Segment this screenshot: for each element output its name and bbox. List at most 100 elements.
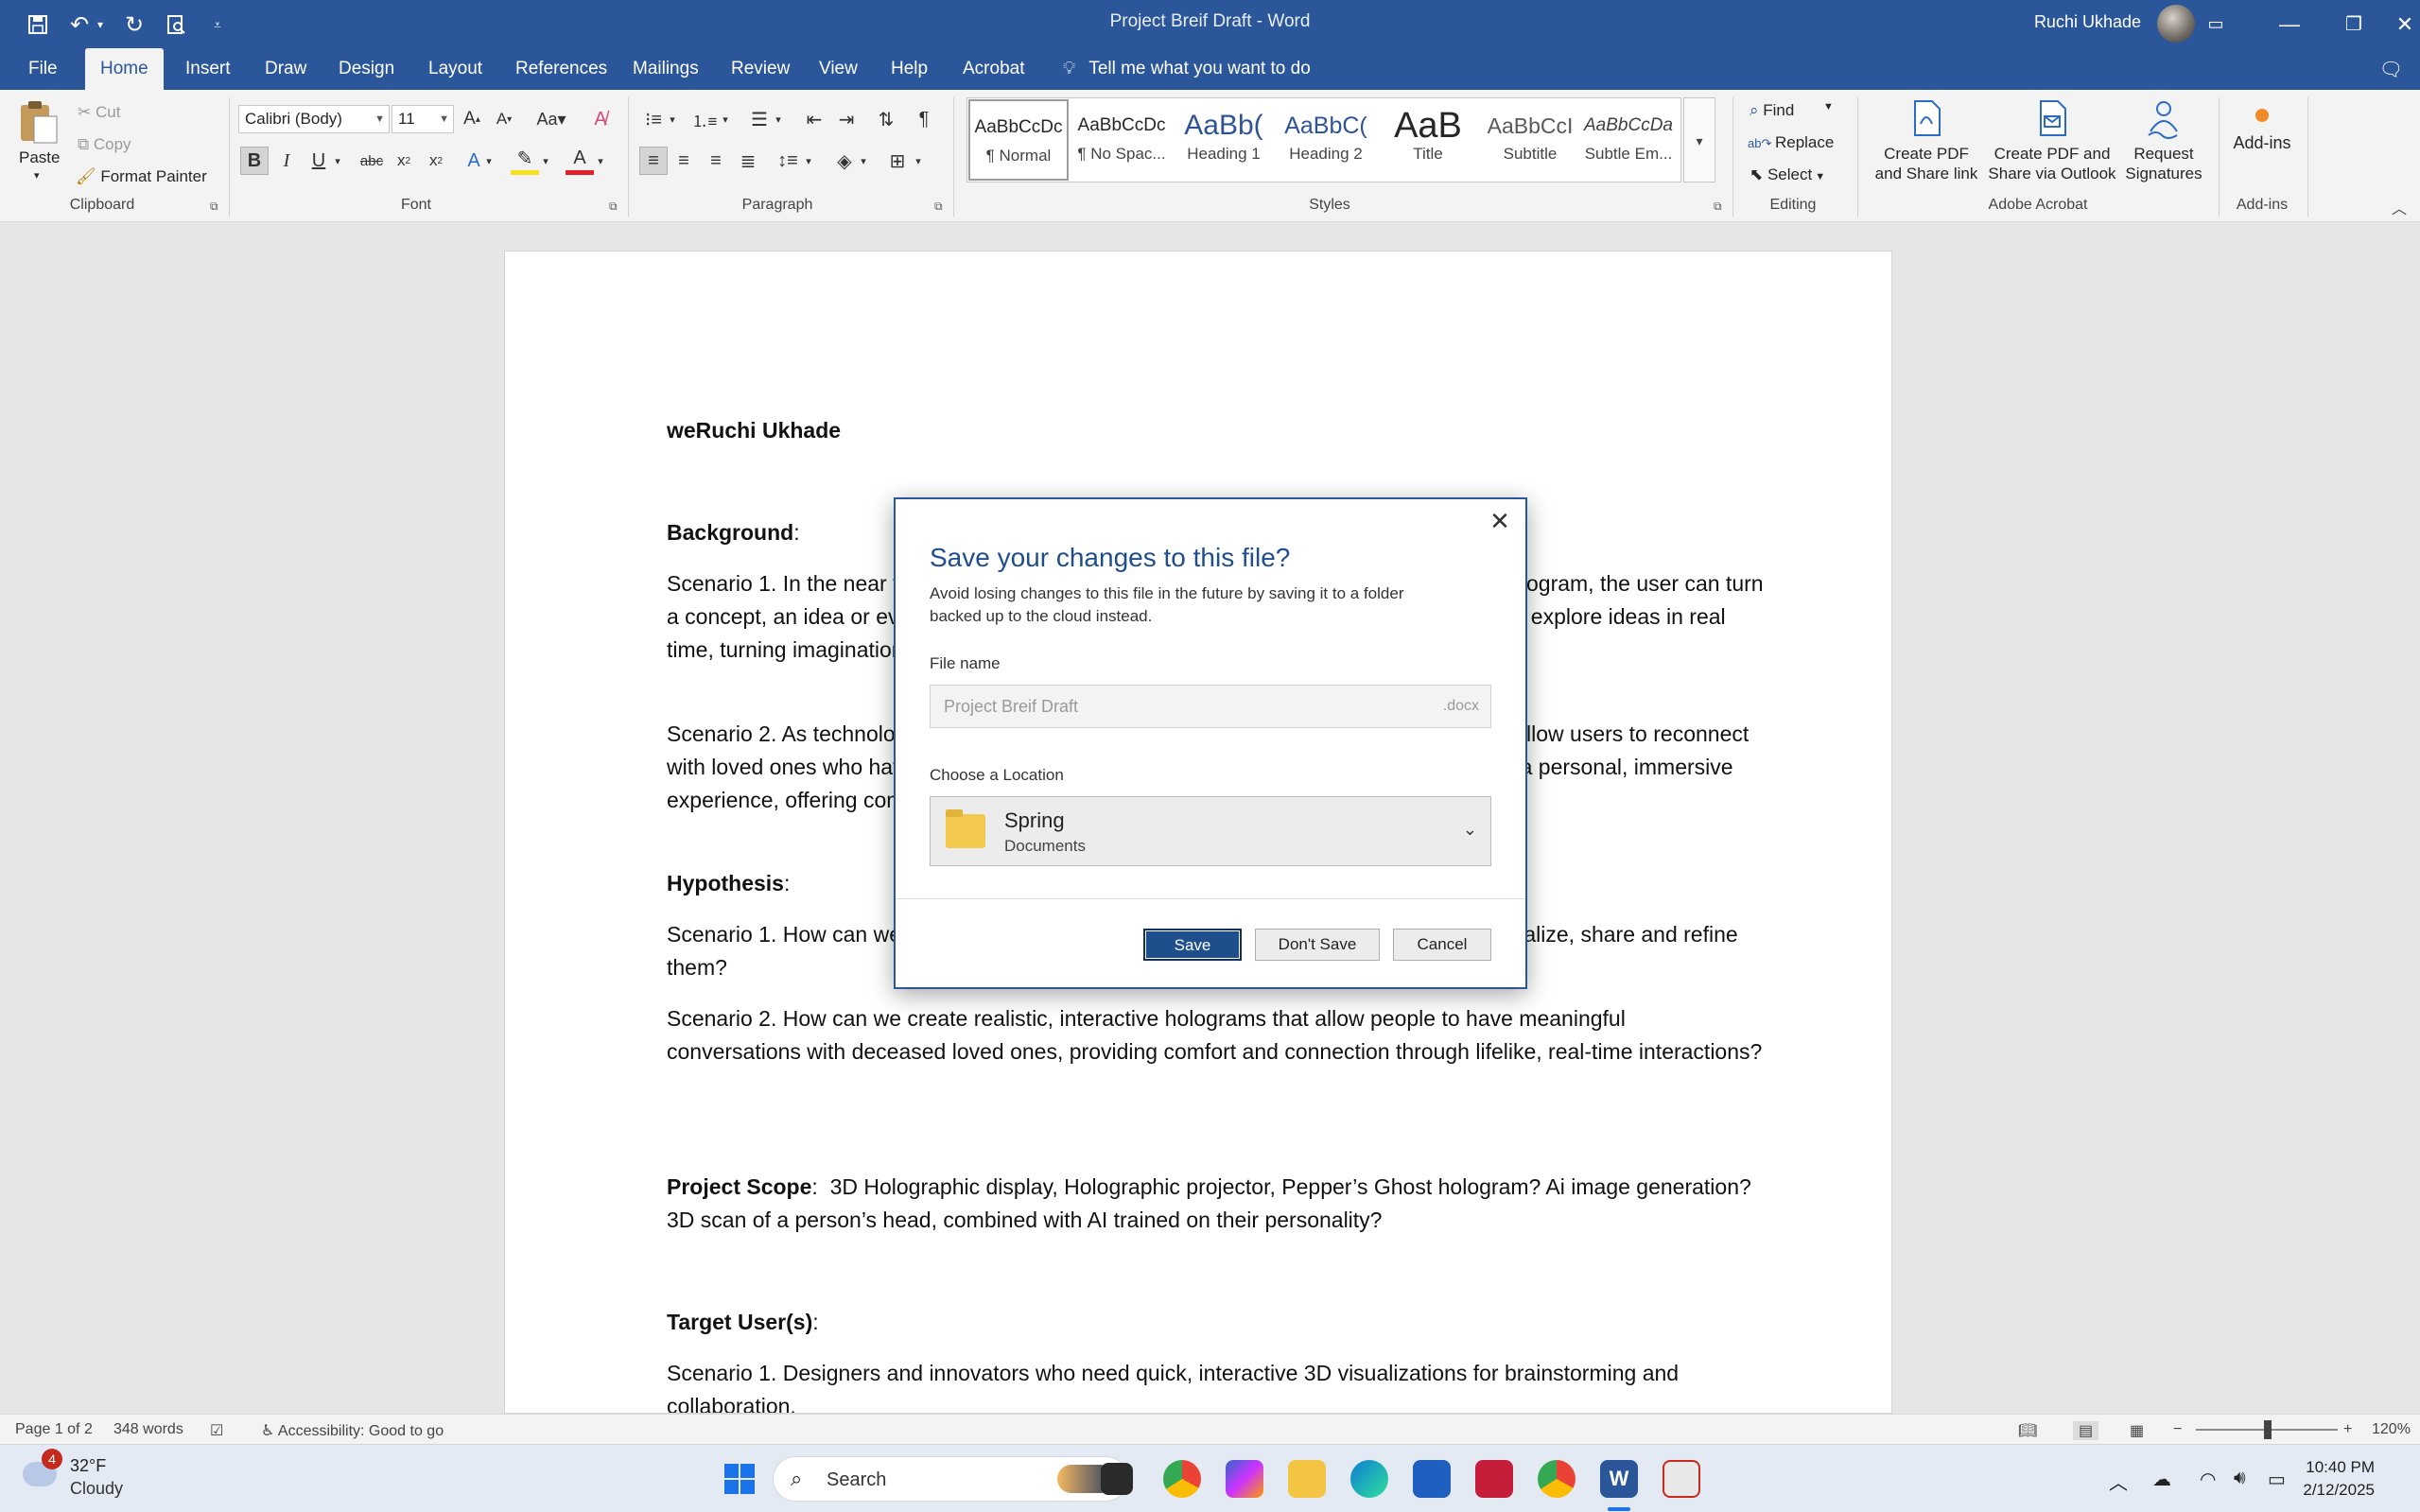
style-subtle-emphasis[interactable]: AaBbCcDa Subtle Em... bbox=[1577, 99, 1680, 181]
customize-qat-icon[interactable]: ⩡ bbox=[199, 8, 236, 42]
tab-help[interactable]: Help bbox=[876, 48, 943, 90]
decrease-indent-icon[interactable]: ⇤ bbox=[800, 105, 828, 133]
create-pdf-share-link-button[interactable]: Create PDF and Share link bbox=[1865, 97, 1988, 192]
find-dropdown-icon[interactable]: ▼ bbox=[1823, 101, 1834, 113]
tab-view[interactable]: View bbox=[804, 48, 873, 90]
copy-button[interactable]: ⧉ Copy bbox=[78, 135, 131, 154]
wifi-icon[interactable]: ◠ bbox=[2200, 1468, 2216, 1491]
file-explorer-icon[interactable] bbox=[1288, 1460, 1326, 1498]
zoom-slider-thumb[interactable] bbox=[2264, 1420, 2272, 1439]
show-formatting-icon[interactable]: ¶ bbox=[910, 105, 938, 133]
edge-icon[interactable] bbox=[1350, 1460, 1388, 1498]
tab-design[interactable]: Design bbox=[323, 48, 409, 90]
ribbon-display-options-icon[interactable]: ▭ bbox=[2184, 0, 2248, 48]
tab-file[interactable]: File bbox=[13, 48, 73, 90]
tab-review[interactable]: Review bbox=[716, 48, 805, 90]
select-button[interactable]: ⬉ Select ▼ bbox=[1750, 165, 1825, 184]
paste-button[interactable]: Paste bbox=[19, 148, 60, 167]
close-icon[interactable]: ✕ bbox=[1484, 505, 1516, 537]
style-heading-2[interactable]: AaBbC( Heading 2 bbox=[1275, 99, 1377, 181]
strikethrough-icon[interactable]: abc bbox=[357, 147, 386, 175]
highlight-icon[interactable]: ✎ bbox=[511, 147, 539, 175]
paste-dropdown-icon[interactable]: ▾ bbox=[34, 169, 40, 182]
chrome-profile-icon[interactable] bbox=[1538, 1460, 1576, 1498]
font-color-dropdown-icon[interactable]: ▾ bbox=[592, 147, 609, 175]
align-center-icon[interactable]: ≡ bbox=[670, 147, 698, 175]
replace-button[interactable]: ab↷ Replace bbox=[1748, 133, 1834, 152]
zoom-out-icon[interactable]: − bbox=[2173, 1421, 2182, 1438]
tell-me-search[interactable]: 💡︎ Tell me what you want to do bbox=[1063, 48, 1311, 90]
dont-save-button[interactable]: Don't Save bbox=[1255, 929, 1380, 961]
font-family-select[interactable]: Calibri (Body) ▼ bbox=[238, 105, 390, 133]
copilot-icon[interactable] bbox=[1226, 1460, 1263, 1498]
sort-icon[interactable]: ⇅ bbox=[872, 105, 900, 133]
show-hidden-icons-icon[interactable]: ︿ bbox=[2109, 1468, 2128, 1495]
cancel-button[interactable]: Cancel bbox=[1393, 929, 1491, 961]
style-no-spacing[interactable]: AaBbCcDc ¶ No Spac... bbox=[1071, 99, 1173, 181]
zoom-level[interactable]: 120% bbox=[2372, 1421, 2411, 1438]
clear-formatting-icon[interactable]: A̸ bbox=[586, 105, 615, 133]
font-launcher-icon[interactable]: ⧉ bbox=[609, 200, 618, 214]
bold-icon[interactable]: B bbox=[240, 147, 269, 175]
user-name[interactable]: Ruchi Ukhade bbox=[2034, 12, 2141, 32]
grow-font-icon[interactable]: A ▴ bbox=[458, 105, 486, 133]
cut-button[interactable]: ✂ Cut bbox=[78, 103, 120, 122]
save-icon[interactable] bbox=[19, 8, 57, 42]
align-left-icon[interactable]: ≡ bbox=[639, 147, 668, 175]
tab-layout[interactable]: Layout bbox=[413, 48, 497, 90]
read-mode-icon[interactable]: 📖︎ bbox=[2018, 1421, 2037, 1440]
paste-icon[interactable] bbox=[17, 97, 61, 147]
chrome-icon[interactable] bbox=[1163, 1460, 1201, 1498]
font-size-select[interactable]: 11 ▼ bbox=[392, 105, 454, 133]
taskbar-search[interactable]: ⌕ Search bbox=[773, 1456, 1128, 1502]
battery-icon[interactable]: ▭ bbox=[2268, 1468, 2286, 1491]
close-window-icon[interactable]: ✕ bbox=[2373, 0, 2420, 48]
comments-icon[interactable]: 🗨︎ bbox=[2379, 58, 2403, 81]
format-painter-button[interactable]: 🖌︎ Format Painter bbox=[76, 167, 207, 186]
word-icon[interactable]: W bbox=[1600, 1460, 1638, 1498]
redo-icon[interactable]: ↻ bbox=[115, 8, 153, 42]
tab-insert[interactable]: Insert bbox=[170, 48, 246, 90]
paragraph-launcher-icon[interactable]: ⧉ bbox=[934, 200, 943, 214]
volume-icon[interactable]: 🔊︎ bbox=[2234, 1468, 2246, 1489]
file-name-field[interactable]: Project Breif Draft .docx bbox=[930, 685, 1491, 728]
create-pdf-outlook-button[interactable]: Create PDF and Share via Outlook bbox=[1984, 97, 2120, 192]
tab-draw[interactable]: Draw bbox=[250, 48, 322, 90]
subscript-icon[interactable]: x2 bbox=[390, 147, 418, 175]
numbering-dropdown-icon[interactable]: ▾ bbox=[717, 105, 734, 133]
font-color-icon[interactable]: A bbox=[566, 147, 594, 175]
borders-icon[interactable]: ⊞ bbox=[883, 147, 912, 175]
clipboard-launcher-icon[interactable]: ⧉ bbox=[210, 200, 218, 214]
increase-indent-icon[interactable]: ⇥ bbox=[832, 105, 861, 133]
clock[interactable]: 10:40 PM 2/12/2025 bbox=[2303, 1456, 2375, 1502]
creative-cloud-icon[interactable] bbox=[1475, 1460, 1513, 1498]
undo-dropdown-icon[interactable]: ▾ bbox=[91, 8, 110, 42]
tab-mailings[interactable]: Mailings bbox=[618, 48, 714, 90]
find-button[interactable]: ⌕ Find bbox=[1750, 101, 1794, 120]
multilevel-dropdown-icon[interactable]: ▾ bbox=[770, 105, 787, 133]
shrink-font-icon[interactable]: A ▾ bbox=[490, 105, 518, 133]
style-heading-1[interactable]: AaBb( Heading 1 bbox=[1173, 99, 1275, 181]
print-preview-icon[interactable] bbox=[157, 8, 195, 42]
task-view-icon[interactable] bbox=[1101, 1463, 1133, 1495]
align-right-icon[interactable]: ≡ bbox=[702, 147, 730, 175]
tab-references[interactable]: References bbox=[500, 48, 622, 90]
page-count[interactable]: Page 1 of 2 bbox=[15, 1421, 93, 1438]
style-normal[interactable]: AaBbCcDc ¶ Normal bbox=[968, 99, 1069, 181]
store-icon[interactable] bbox=[1413, 1460, 1451, 1498]
line-spacing-icon[interactable]: ↕≡ bbox=[774, 147, 802, 175]
bullets-dropdown-icon[interactable]: ▾ bbox=[664, 105, 681, 133]
italic-icon[interactable]: I bbox=[272, 147, 301, 175]
save-button[interactable]: Save bbox=[1143, 929, 1242, 961]
windows-start-icon[interactable] bbox=[721, 1460, 758, 1498]
collapse-ribbon-icon[interactable]: ︿ bbox=[2392, 196, 2407, 218]
justify-icon[interactable]: ≣ bbox=[734, 147, 762, 175]
web-layout-icon[interactable]: ▦ bbox=[2130, 1421, 2144, 1440]
highlight-dropdown-icon[interactable]: ▾ bbox=[537, 147, 554, 175]
location-dropdown[interactable]: Spring Documents ⌄ bbox=[930, 796, 1491, 866]
text-effects-dropdown-icon[interactable]: ▾ bbox=[480, 147, 497, 175]
word-count[interactable]: 348 words bbox=[113, 1421, 183, 1438]
proofing-icon[interactable]: ☑ bbox=[210, 1421, 223, 1440]
style-title[interactable]: AaB Title bbox=[1377, 99, 1479, 181]
tab-home[interactable]: Home bbox=[85, 48, 164, 90]
